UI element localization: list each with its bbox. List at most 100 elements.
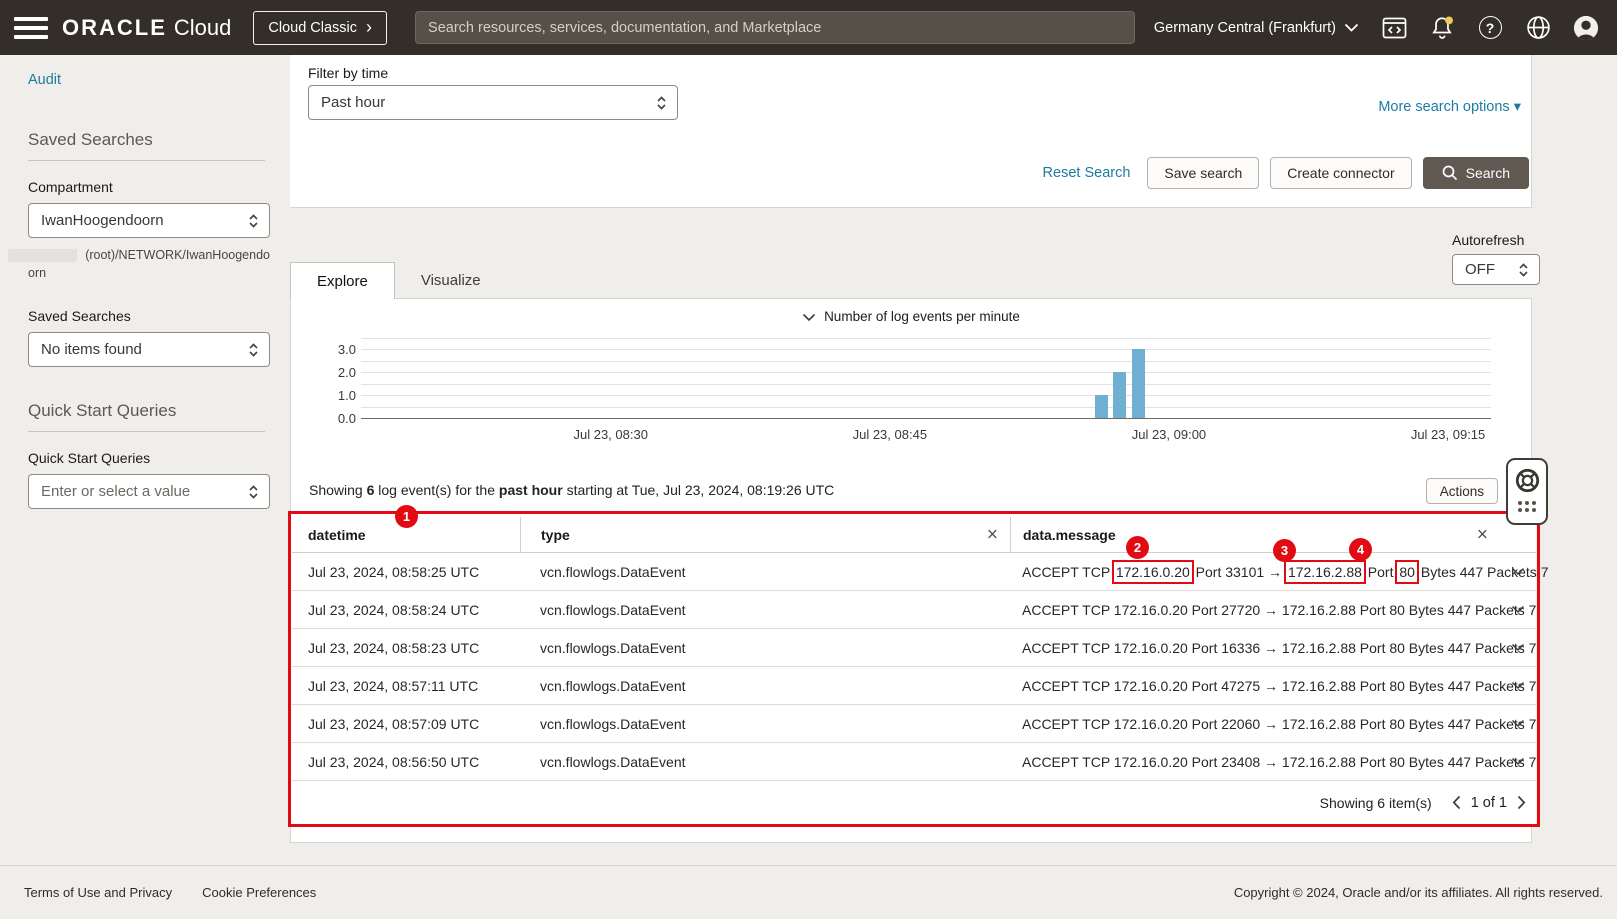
annotation-highlight-box: 80 (1395, 559, 1419, 584)
next-page-icon[interactable] (1517, 795, 1526, 810)
row-expand-chevron-icon[interactable] (1500, 567, 1536, 576)
annotation-highlight-box: 172.16.2.88 (1283, 559, 1366, 584)
section-divider (28, 160, 265, 161)
quick-start-label: Quick Start Queries (28, 450, 151, 467)
table-row: Jul 23, 2024, 08:58:24 UTC vcn.flowlogs.… (292, 591, 1536, 629)
cell-data-message: ACCEPT TCP 172.16.0.20 Port 47275 → 172.… (1022, 677, 1537, 694)
filter-by-time-label: Filter by time (308, 65, 389, 81)
search-filter-panel: Filter by time Past hour More search opt… (290, 55, 1532, 208)
support-widget[interactable] (1506, 458, 1548, 525)
tab-explore[interactable]: Explore (290, 262, 395, 299)
terms-link[interactable]: Terms of Use and Privacy (24, 885, 172, 900)
select-updown-icon (248, 483, 259, 501)
cell-datetime: Jul 23, 2024, 08:56:50 UTC (308, 753, 480, 770)
autorefresh-label: Autorefresh (1452, 232, 1525, 248)
table-row: Jul 23, 2024, 08:56:50 UTC vcn.flowlogs.… (292, 743, 1536, 781)
filter-by-time-select[interactable]: Past hour (308, 85, 678, 120)
actions-button[interactable]: Actions (1425, 478, 1498, 504)
autorefresh-control: Autorefresh OFF (1452, 232, 1540, 285)
previous-page-icon[interactable] (1452, 795, 1461, 810)
global-search-input[interactable] (415, 11, 1136, 44)
cell-data-message: ACCEPT TCP 172.16.0.20 Port 23408 → 172.… (1022, 753, 1537, 770)
cell-datetime: Jul 23, 2024, 08:58:24 UTC (308, 601, 480, 618)
x-tick-label: Jul 23, 09:00 (1131, 427, 1207, 442)
quick-start-select[interactable]: Enter or select a value (28, 474, 270, 510)
language-globe-icon[interactable] (1525, 15, 1551, 41)
notifications-bell-icon[interactable] (1429, 15, 1455, 41)
save-search-button[interactable]: Save search (1147, 157, 1260, 189)
saved-searches-select[interactable]: No items found (28, 332, 270, 368)
redacted-text (8, 248, 78, 262)
annotation-callout-4: 4 (1349, 538, 1372, 561)
cell-data-message: ACCEPT TCP 172.16.0.20 Port 22060 → 172.… (1022, 715, 1537, 732)
showing-items-text: Showing 6 item(s) (1319, 794, 1432, 811)
sidebar-item-audit[interactable]: Audit (28, 72, 61, 88)
log-events-table: datetime type × data.message × Jul 23, 2… (292, 517, 1549, 824)
left-sidebar: Audit Saved Searches Compartment IwanHoo… (0, 55, 290, 865)
search-button[interactable]: Search (1422, 157, 1529, 189)
cookie-preferences-link[interactable]: Cookie Preferences (202, 885, 316, 900)
row-expand-chevron-icon[interactable] (1500, 757, 1536, 766)
copyright-text: Copyright © 2024, Oracle and/or its affi… (1233, 885, 1603, 900)
y-tick-label: 3.0 (337, 342, 356, 358)
y-tick-label: 0.0 (337, 411, 356, 426)
lifebuoy-support-icon (1515, 468, 1539, 493)
section-divider (28, 431, 265, 433)
create-connector-button[interactable]: Create connector (1270, 157, 1412, 189)
chart-bar (1095, 395, 1109, 418)
reset-search-link[interactable]: Reset Search (1043, 165, 1131, 181)
widget-dots-icon (1518, 501, 1536, 512)
notification-dot (1445, 16, 1453, 24)
saved-searches-label: Saved Searches (28, 308, 131, 325)
compartment-path: (root)/NETWORK/IwanHoogendo orn (8, 246, 270, 282)
close-icon[interactable]: × (987, 525, 998, 544)
x-tick-label: Jul 23, 09:15 (1410, 427, 1486, 442)
row-expand-chevron-icon[interactable] (1500, 605, 1536, 614)
chart-plot (361, 338, 1491, 419)
cloud-classic-button[interactable]: Cloud Classic › (253, 10, 388, 45)
table-row: Jul 23, 2024, 08:57:11 UTC vcn.flowlogs.… (292, 667, 1536, 705)
cell-data-message: ACCEPT TCP 172.16.0.20 Port 16336 → 172.… (1022, 639, 1537, 656)
annotation-callout-2: 2 (1126, 536, 1149, 559)
cell-type: vcn.flowlogs.DataEvent (540, 753, 686, 770)
chart-collapse-header: Number of log events per minute (291, 309, 1531, 325)
row-expand-chevron-icon[interactable] (1500, 643, 1536, 652)
cell-type: vcn.flowlogs.DataEvent (540, 601, 686, 618)
pagination: 1 of 1 (1452, 795, 1526, 811)
compartment-select[interactable]: IwanHoogendoorn (28, 203, 270, 238)
help-icon[interactable]: ? (1477, 15, 1503, 41)
annotation-callout-3: 3 (1273, 539, 1296, 562)
menu-icon[interactable] (14, 16, 48, 39)
close-icon[interactable]: × (1477, 525, 1488, 544)
page-footer: Terms of Use and Privacy Cookie Preferen… (0, 865, 1617, 919)
oracle-cloud-logo[interactable]: ORACLE Cloud (62, 15, 231, 41)
developer-console-icon[interactable] (1381, 15, 1407, 41)
compartment-label: Compartment (28, 179, 113, 195)
tab-visualize[interactable]: Visualize (395, 262, 507, 299)
saved-searches-heading: Saved Searches (28, 130, 153, 149)
results-summary: Showing 6 log event(s) for the past hour… (309, 482, 835, 498)
chevron-right-icon: › (366, 16, 373, 37)
select-updown-icon (1518, 261, 1529, 279)
cell-type: vcn.flowlogs.DataEvent (540, 677, 686, 694)
chart-bar (1113, 372, 1126, 418)
column-header-type: type × (520, 517, 1010, 552)
user-avatar-icon[interactable] (1573, 15, 1599, 41)
chart-title: Number of log events per minute (824, 309, 1020, 324)
column-header-datetime: datetime (308, 526, 366, 543)
more-search-options-link[interactable]: More search options ▾ (1378, 99, 1521, 115)
top-header: ORACLE Cloud Cloud Classic › Germany Cen… (0, 0, 1617, 55)
select-updown-icon (656, 94, 667, 112)
table-footer: Showing 6 item(s) 1 of 1 (292, 781, 1536, 824)
cell-type: vcn.flowlogs.DataEvent (540, 563, 686, 580)
row-expand-chevron-icon[interactable] (1500, 681, 1536, 690)
cell-data-message: ACCEPT TCP 172.16.0.20 Port 27720 → 172.… (1022, 601, 1537, 618)
chevron-down-icon (1344, 23, 1359, 32)
cell-type: vcn.flowlogs.DataEvent (540, 639, 686, 656)
chevron-down-icon[interactable] (802, 310, 816, 325)
row-expand-chevron-icon[interactable] (1500, 719, 1536, 728)
chart-x-axis-line (361, 418, 1491, 419)
table-row: Jul 23, 2024, 08:58:23 UTC vcn.flowlogs.… (292, 629, 1536, 667)
region-selector[interactable]: Germany Central (Frankfurt) (1154, 20, 1359, 36)
autorefresh-select[interactable]: OFF (1452, 254, 1540, 285)
